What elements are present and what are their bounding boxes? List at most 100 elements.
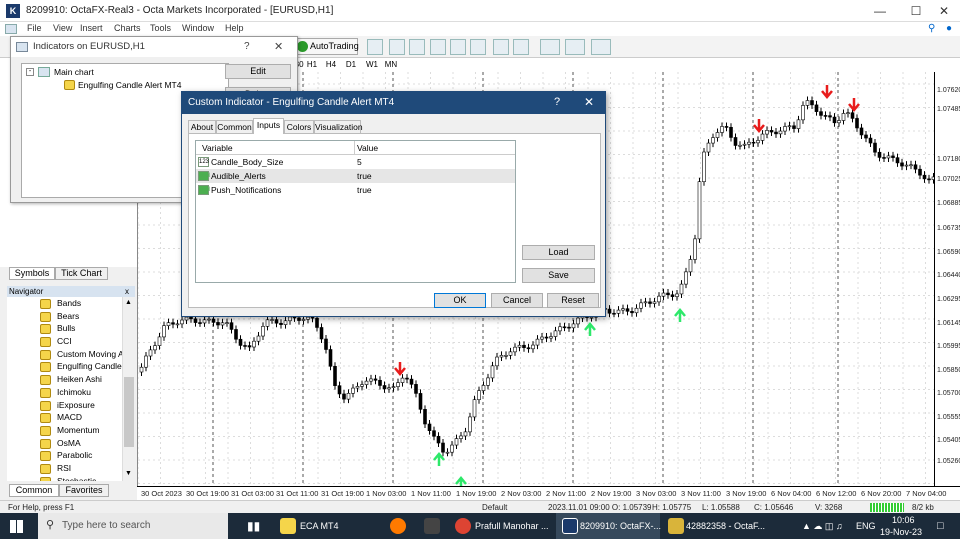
menu-window[interactable]: Window (182, 23, 214, 33)
navigator-item[interactable]: Engulfing Candle (7, 360, 122, 373)
autoscroll-icon[interactable] (513, 39, 529, 55)
scroll-thumb[interactable] (124, 377, 134, 447)
mt4-alt-icon[interactable] (668, 518, 684, 534)
templates-icon[interactable] (591, 39, 611, 55)
tab-common[interactable]: Common (9, 484, 59, 497)
language-indicator[interactable]: ENG (856, 513, 876, 539)
close-icon[interactable]: ✕ (274, 40, 283, 53)
firefox-icon[interactable] (390, 518, 406, 534)
timeframe-h4[interactable]: H4 (324, 58, 338, 71)
periods-icon[interactable] (565, 39, 585, 55)
indicators-icon[interactable] (540, 39, 560, 55)
tree-indicator-item[interactable]: Engulfing Candle Alert MT4 (78, 80, 181, 90)
param-row-audible-alerts[interactable]: bool Audible_Alerts true (196, 169, 515, 183)
tab-about[interactable]: About (188, 120, 216, 134)
chart-shift-icon[interactable] (493, 39, 509, 55)
param-value[interactable]: 5 (357, 155, 362, 169)
navigator-item[interactable]: Momentum (7, 424, 122, 437)
navigator-item[interactable]: Stochastic (7, 475, 122, 481)
navigator-close-icon[interactable]: x (125, 286, 129, 297)
edit-button[interactable]: Edit (225, 64, 291, 79)
media-icon[interactable] (424, 518, 440, 534)
indicator-icon (40, 413, 51, 424)
navigator-item[interactable]: Custom Moving A (7, 348, 122, 361)
bar-chart-icon[interactable] (367, 39, 383, 55)
timeframe-mn[interactable]: MN (383, 58, 399, 71)
dialog-close-icon[interactable]: ✕ (584, 95, 594, 109)
navigator-item[interactable]: Bulls (7, 322, 122, 335)
windows-start-icon[interactable] (10, 520, 23, 533)
menu-tools[interactable]: Tools (150, 23, 171, 33)
timeframe-h1[interactable]: H1 (305, 58, 319, 71)
cancel-button[interactable]: Cancel (491, 293, 543, 308)
taskbar-app-eca[interactable]: ECA MT4 (300, 513, 339, 539)
navigator-item[interactable]: Bears (7, 310, 122, 323)
profile-icon[interactable]: ● (946, 23, 952, 34)
navigator-item-label: Bears (57, 310, 80, 321)
tab-colors[interactable]: Colors (284, 120, 314, 134)
menu-help[interactable]: Help (225, 23, 244, 33)
task-view-icon[interactable]: ▮▮ (247, 513, 260, 539)
clock-date[interactable]: 19-Nov-23 (880, 527, 922, 537)
autotrading-button[interactable]: AutoTrading (294, 38, 359, 55)
navigator-item[interactable]: OsMA (7, 437, 122, 450)
collapse-icon[interactable]: - (26, 68, 34, 76)
chrome-icon[interactable] (455, 518, 471, 534)
tab-favorites[interactable]: Favorites (59, 484, 109, 497)
taskbar-search[interactable]: ⚲ Type here to search (38, 513, 228, 539)
timeframe-d1[interactable]: D1 (344, 58, 358, 71)
menu-charts[interactable]: Charts (114, 23, 141, 33)
tab-visualization[interactable]: Visualization (314, 120, 363, 134)
navigator-item-label: Momentum (57, 424, 100, 435)
dialog-help-button[interactable]: ? (554, 96, 560, 108)
menu-view[interactable]: View (53, 23, 72, 33)
param-value[interactable]: true (357, 169, 372, 183)
param-row-push-notifications[interactable]: bool Push_Notifications true (196, 183, 515, 197)
tree-main-chart[interactable]: Main chart (54, 67, 94, 77)
help-button[interactable]: ? (244, 41, 250, 52)
indicator-icon (40, 400, 51, 411)
zoom-out-icon[interactable] (450, 39, 466, 55)
minimize-button[interactable]: — (864, 0, 896, 22)
navigator-item[interactable]: iExposure (7, 399, 122, 412)
zoom-in-icon[interactable] (430, 39, 446, 55)
navigator-item[interactable]: RSI (7, 462, 122, 475)
navigator-item[interactable]: Ichimoku (7, 386, 122, 399)
navigator-item[interactable]: Bands (7, 297, 122, 310)
menu-insert[interactable]: Insert (80, 23, 103, 33)
menu-file[interactable]: File (27, 23, 42, 33)
taskbar-app-octa[interactable]: 42882358 - OctaF... (686, 513, 765, 539)
tile-windows-icon[interactable] (470, 39, 486, 55)
clock-time[interactable]: 10:06 (892, 515, 915, 525)
price-scale[interactable]: 1.07620 1.07485 1.07180 1.07025 1.06885 1.067… (934, 72, 960, 486)
ok-button[interactable]: OK (434, 293, 486, 308)
folder-icon[interactable] (280, 518, 296, 534)
param-row-candle-body-size[interactable]: 123 Candle_Body_Size 5 (196, 155, 515, 169)
navigator-item[interactable]: CCI (7, 335, 122, 348)
taskbar-app-chrome[interactable]: Prafull Manohar ... (475, 513, 549, 539)
param-value[interactable]: true (357, 183, 372, 197)
navigator-item[interactable]: Parabolic (7, 449, 122, 462)
tray-icons[interactable]: ▲ ☁ ◫ ♫ (802, 513, 843, 539)
tab-tick-chart[interactable]: Tick Chart (55, 267, 108, 280)
navigator-item[interactable]: Heiken Ashi (7, 373, 122, 386)
save-button[interactable]: Save (522, 268, 595, 283)
load-button[interactable]: Load (522, 245, 595, 260)
close-button[interactable]: ✕ (928, 0, 960, 22)
tab-symbols[interactable]: Symbols (9, 267, 55, 280)
time-scale[interactable]: 30 Oct 2023 30 Oct 19:00 31 Oct 03:00 31 Oc… (137, 486, 960, 500)
navigator-item[interactable]: MACD (7, 411, 122, 424)
reset-button[interactable]: Reset (547, 293, 599, 308)
candlestick-chart-icon[interactable] (389, 39, 405, 55)
tab-common-dlg[interactable]: Common (216, 120, 253, 134)
search-icon[interactable]: ⚲ (928, 23, 935, 34)
navigator-scrollbar[interactable]: ▲ ▼ (122, 297, 135, 481)
line-chart-icon[interactable] (409, 39, 425, 55)
scroll-down-icon[interactable]: ▼ (125, 470, 132, 477)
tab-inputs[interactable]: Inputs (253, 118, 284, 134)
scroll-up-icon[interactable]: ▲ (125, 299, 132, 306)
param-name: Candle_Body_Size (211, 157, 284, 167)
timeframe-w1[interactable]: W1 (365, 58, 379, 71)
candle-body (670, 294, 675, 297)
notification-icon[interactable]: □ (937, 513, 944, 539)
